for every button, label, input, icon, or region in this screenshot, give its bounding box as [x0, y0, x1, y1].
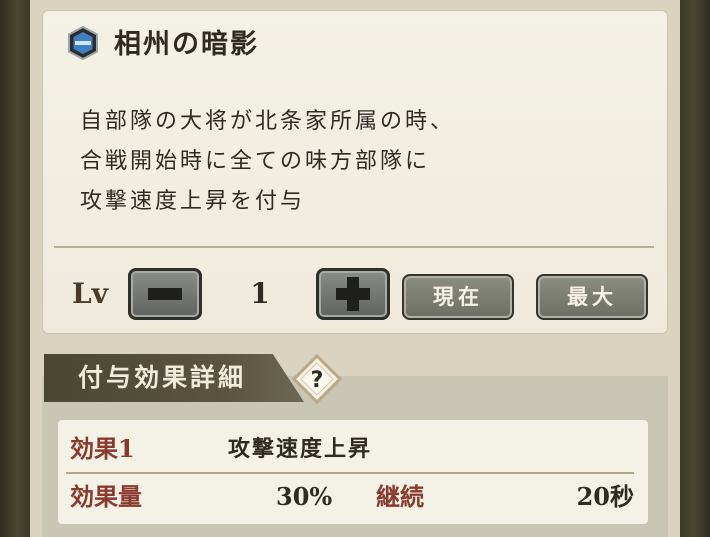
effect-label: 効果1	[70, 434, 135, 463]
amount-label: 効果量	[70, 482, 142, 511]
max-level-button[interactable]: 最大	[536, 274, 648, 320]
effect-detail-card: 効果1 攻撃速度上昇 効果量 30% 継続 20秒	[58, 420, 648, 524]
minus-icon	[148, 288, 182, 300]
duration-value: 20秒	[576, 482, 634, 511]
section-title: 付与効果詳細	[78, 363, 247, 392]
blue-gem-icon	[68, 26, 98, 60]
svg-text:?: ?	[311, 368, 324, 393]
description-line: 攻撃速度上昇を付与	[80, 189, 306, 214]
row-divider	[66, 472, 634, 474]
decrease-level-button[interactable]	[128, 268, 202, 320]
divider	[54, 246, 654, 248]
skill-card: 相州の暗影 自部隊の大将が北条家所属の時、 合戦開始時に全ての味方部隊に 攻撃速…	[42, 10, 668, 334]
skill-description: 自部隊の大将が北条家所属の時、 合戦開始時に全ての味方部隊に 攻撃速度上昇を付与	[80, 102, 640, 222]
level-value: 1	[250, 277, 270, 310]
effect-name: 攻撃速度上昇	[228, 436, 373, 462]
left-frame	[0, 0, 30, 537]
amount-value: 30%	[276, 482, 333, 511]
level-label: Lv	[72, 277, 108, 310]
current-level-button[interactable]: 現在	[402, 274, 514, 320]
right-frame	[680, 0, 710, 537]
plus-icon	[336, 277, 370, 311]
description-line: 合戦開始時に全ての味方部隊に	[80, 149, 431, 174]
question-icon[interactable]: ?	[292, 354, 342, 404]
duration-label: 継続	[376, 482, 424, 511]
skill-title: 相州の暗影	[114, 29, 259, 60]
description-line: 自部隊の大将が北条家所属の時、	[80, 109, 456, 134]
skill-panel: 相州の暗影 自部隊の大将が北条家所属の時、 合戦開始時に全ての味方部隊に 攻撃速…	[30, 0, 680, 537]
increase-level-button[interactable]	[316, 268, 390, 320]
level-stepper: 1	[128, 268, 390, 320]
